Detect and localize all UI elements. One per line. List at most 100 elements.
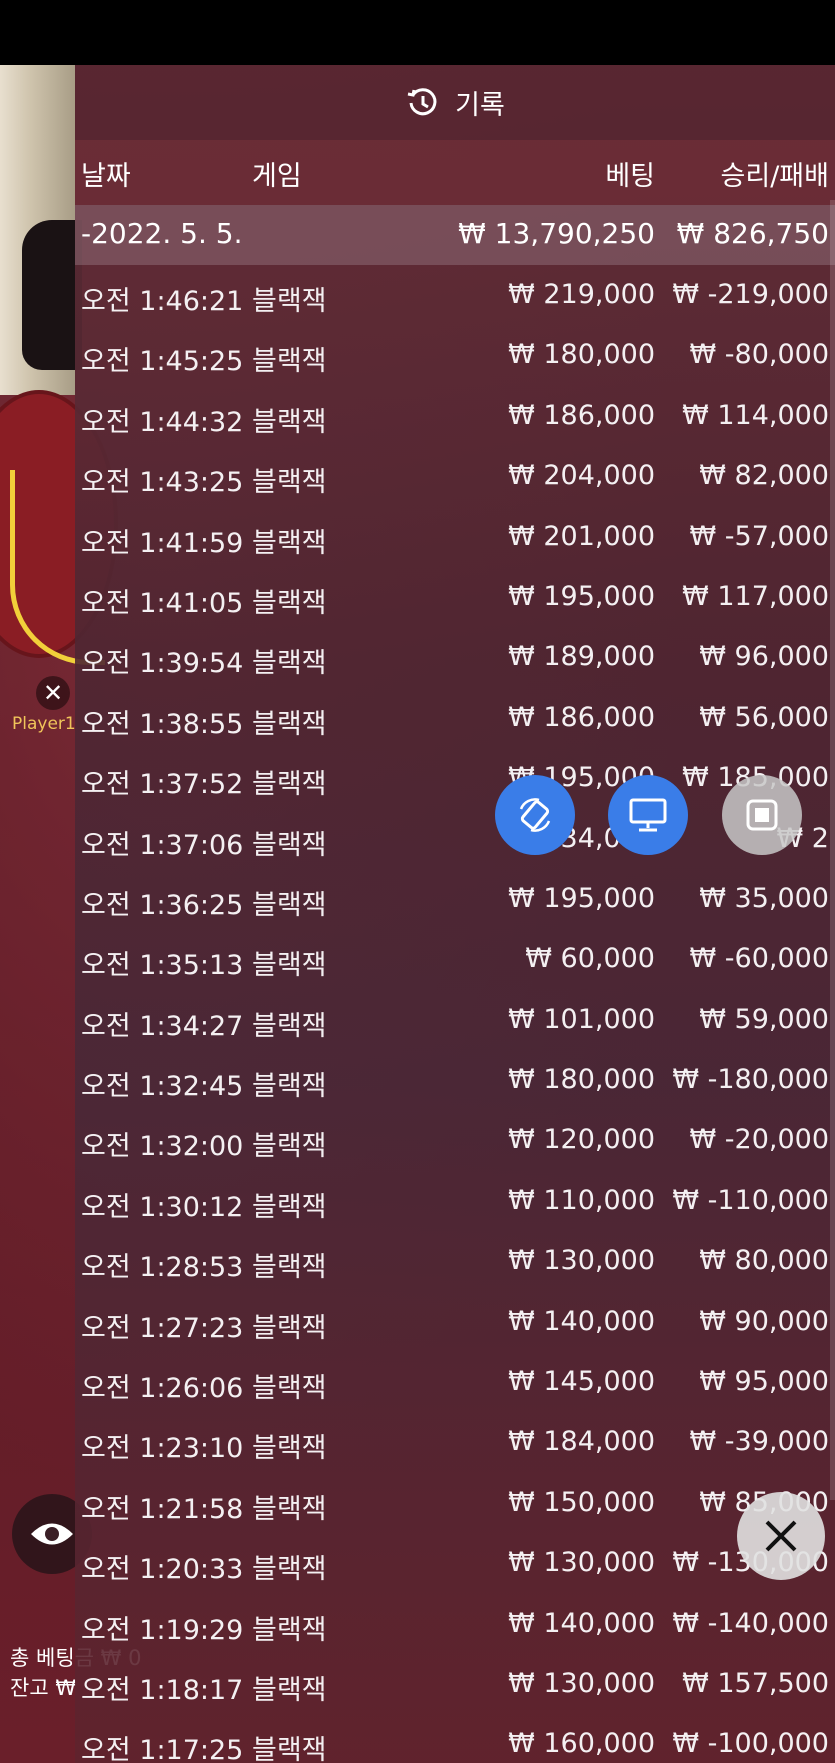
row-game: 블랙잭 xyxy=(252,346,327,378)
history-rows: 오전 1:46:21 블랙잭 ₩ 219,000 ₩ -219,000 오전 1:45:… xyxy=(75,265,835,1763)
row-bet: ₩ 184,000 xyxy=(508,1426,655,1458)
history-row[interactable]: 오전 1:30:12 블랙잭 ₩ 110,000 ₩ -110,000 xyxy=(75,1171,835,1231)
history-row[interactable]: 오전 1:23:10 블랙잭 ₩ 184,000 ₩ -39,000 xyxy=(75,1412,835,1472)
history-row[interactable]: 오전 1:20:33블랙잭₩ 130,000₩ -130,000 xyxy=(75,1533,835,1593)
date-group-date: -2022. 5. 5. xyxy=(81,217,243,250)
row-time: 오전 1:41:05 xyxy=(81,587,244,619)
row-time: 오전 1:32:00 xyxy=(81,1131,244,1163)
row-bet: ₩ 150,000 xyxy=(508,1486,655,1518)
date-group-total-bet: ₩ 13,790,250 xyxy=(458,217,655,250)
history-row[interactable]: 오전 1:35:13 블랙잭 ₩ 60,000 ₩ -60,000 xyxy=(75,929,835,989)
rotate-button[interactable] xyxy=(495,775,575,855)
history-row[interactable]: 오전 1:45:25 블랙잭 ₩ 180,000 ₩ -80,000 xyxy=(75,325,835,385)
row-time: 오전 1:44:32 xyxy=(81,406,244,438)
history-row[interactable]: 오전 1:41:59 블랙잭 ₩ 201,000 ₩ -57,000 xyxy=(75,507,835,567)
row-bet: ₩ 186,000 xyxy=(508,399,655,431)
row-bet: ₩ 195,000 xyxy=(508,882,655,914)
history-row[interactable]: 오전 1:32:45 블랙잭 ₩ 180,000 ₩ -180,000 xyxy=(75,1050,835,1110)
dealer xyxy=(22,220,82,370)
row-time: 오전 1:21:58 xyxy=(81,1493,244,1525)
row-game: 블랙잭 xyxy=(252,286,327,317)
row-time: 오전 1:46:21 xyxy=(81,286,244,317)
row-result: ₩ 96,000 xyxy=(699,641,829,673)
date-group-row[interactable]: -2022. 5. 5. ₩ 13,790,250 ₩ 826,750 xyxy=(75,205,835,265)
row-time: 오전 1:38:55 xyxy=(81,708,244,740)
player-close-icon[interactable]: ✕ xyxy=(36,676,70,710)
history-row[interactable]: 오전 1:32:00 블랙잭 ₩ 120,000 ₩ -20,000 xyxy=(75,1110,835,1170)
stop-icon xyxy=(746,799,778,831)
row-bet: ₩ 160,000 xyxy=(508,1728,655,1760)
row-result: ₩ -140,000 xyxy=(672,1607,829,1639)
history-row[interactable]: 오전 1:38:55 블랙잭 ₩ 186,000 ₩ 56,000 xyxy=(75,688,835,748)
row-game: 블랙잭 xyxy=(252,708,327,740)
row-time: 오전 1:41:59 xyxy=(81,527,244,559)
history-row[interactable]: 오전 1:27:23 블랙잭 ₩ 140,000 ₩ 90,000 xyxy=(75,1292,835,1352)
date-group-total-result: ₩ 826,750 xyxy=(676,217,829,250)
history-row[interactable]: 오전 1:37:52블랙잭₩ 195,000₩ 185,000 xyxy=(75,748,835,808)
row-game: 블랙잭 xyxy=(252,1071,327,1103)
close-button[interactable] xyxy=(737,1492,825,1580)
row-game: 블랙잭 xyxy=(252,1252,327,1284)
table-header: 날짜 게임 베팅 승리/패배 xyxy=(75,140,835,205)
row-time: 오전 1:27:23 xyxy=(81,1312,244,1344)
history-row[interactable]: 오전 1:34:27 블랙잭 ₩ 101,000 ₩ 59,000 xyxy=(75,990,835,1050)
row-game: 블랙잭 xyxy=(252,648,327,680)
column-date: 날짜 xyxy=(81,161,131,192)
row-bet: ₩ 140,000 xyxy=(508,1305,655,1337)
history-row[interactable]: 오전 1:28:53 블랙잭 ₩ 130,000 ₩ 80,000 xyxy=(75,1231,835,1291)
row-game: 블랙잭 xyxy=(252,1614,327,1646)
row-bet: ₩ 110,000 xyxy=(508,1184,655,1216)
history-row[interactable]: 오전 1:44:32 블랙잭 ₩ 186,000 ₩ 114,000 xyxy=(75,386,835,446)
history-row[interactable]: 오전 1:26:06 블랙잭 ₩ 145,000 ₩ 95,000 xyxy=(75,1352,835,1412)
row-result: ₩ -110,000 xyxy=(672,1184,829,1216)
row-bet: ₩ 120,000 xyxy=(508,1124,655,1156)
row-game: 블랙잭 xyxy=(252,1493,327,1525)
row-result: ₩ 35,000 xyxy=(699,882,829,914)
player-label: Player1 xyxy=(12,714,76,734)
history-row[interactable]: 오전 1:36:25 블랙잭 ₩ 195,000 ₩ 35,000 xyxy=(75,869,835,929)
row-bet: ₩ 145,000 xyxy=(508,1366,655,1398)
row-game: 블랙잭 xyxy=(252,406,327,438)
row-result: ₩ 82,000 xyxy=(699,460,829,492)
row-game: 블랙잭 xyxy=(252,1191,327,1223)
row-bet: ₩ 189,000 xyxy=(508,641,655,673)
row-result: ₩ 90,000 xyxy=(699,1305,829,1337)
row-time: 오전 1:19:29 xyxy=(81,1614,244,1646)
row-bet: ₩ 101,000 xyxy=(508,1003,655,1035)
row-time: 오전 1:37:06 xyxy=(81,829,244,861)
history-header: 기록 xyxy=(75,65,835,140)
history-row[interactable]: 오전 1:46:21 블랙잭 ₩ 219,000 ₩ -219,000 xyxy=(75,265,835,325)
row-result: ₩ -180,000 xyxy=(672,1064,829,1096)
row-result: ₩ 114,000 xyxy=(682,399,829,431)
history-title: 기록 xyxy=(455,90,505,121)
rotate-icon xyxy=(519,798,551,832)
history-row[interactable]: 오전 1:39:54 블랙잭 ₩ 189,000 ₩ 96,000 xyxy=(75,627,835,687)
history-row[interactable]: 오전 1:21:58블랙잭₩ 150,000₩ 85,000 xyxy=(75,1473,835,1533)
monitor-icon xyxy=(629,798,667,832)
row-time: 오전 1:18:17 xyxy=(81,1674,244,1706)
history-row[interactable]: 오전 1:18:17 블랙잭 ₩ 130,000 ₩ 157,500 xyxy=(75,1654,835,1714)
row-result: ₩ -57,000 xyxy=(689,520,830,552)
history-row[interactable]: 오전 1:41:05 블랙잭 ₩ 195,000 ₩ 117,000 xyxy=(75,567,835,627)
history-panel: 기록 날짜 게임 베팅 승리/패배 -2022. 5. 5. ₩ 13,790,… xyxy=(75,65,835,1763)
row-game: 블랙잭 xyxy=(252,1735,327,1763)
history-row[interactable]: 오전 1:17:25 블랙잭 ₩ 160,000 ₩ -100,000 xyxy=(75,1714,835,1763)
row-game: 블랙잭 xyxy=(252,1674,327,1706)
stop-button[interactable] xyxy=(722,775,802,855)
column-result: 승리/패배 xyxy=(720,161,829,192)
row-game: 블랙잭 xyxy=(252,1554,327,1586)
history-scrollbar[interactable] xyxy=(830,200,835,1500)
close-icon xyxy=(765,1520,797,1552)
row-time: 오전 1:32:45 xyxy=(81,1071,244,1103)
row-game: 블랙잭 xyxy=(252,1373,327,1405)
row-bet: ₩ 201,000 xyxy=(508,520,655,552)
row-bet: ₩ 186,000 xyxy=(508,701,655,733)
row-result: ₩ -60,000 xyxy=(689,943,830,975)
row-bet: ₩ 130,000 xyxy=(508,1245,655,1277)
screen-button[interactable] xyxy=(608,775,688,855)
history-row[interactable]: 오전 1:37:06 블랙잭 ₩ 234,000 ₩ 2 xyxy=(75,809,835,869)
row-time: 오전 1:17:25 xyxy=(81,1735,244,1763)
history-row[interactable]: 오전 1:19:29 블랙잭 ₩ 140,000 ₩ -140,000 xyxy=(75,1594,835,1654)
eye-icon xyxy=(31,1523,73,1545)
history-row[interactable]: 오전 1:43:25 블랙잭 ₩ 204,000 ₩ 82,000 xyxy=(75,446,835,506)
